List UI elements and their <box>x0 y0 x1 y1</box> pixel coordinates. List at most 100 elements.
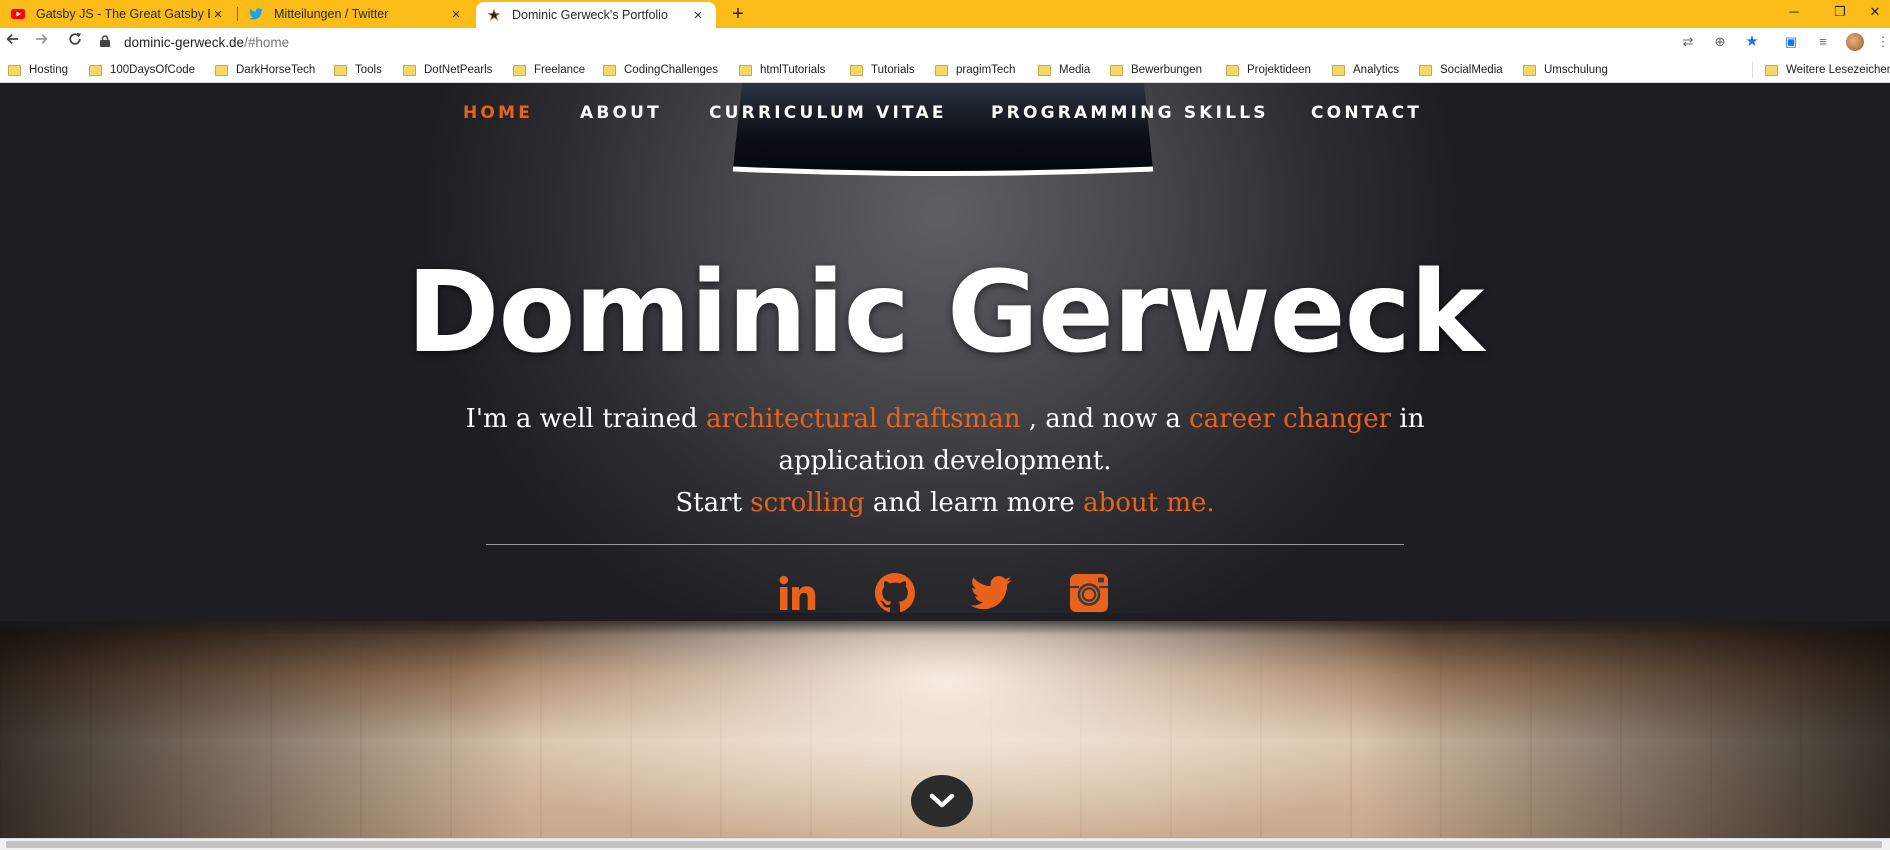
browser-window: Gatsby JS - The Great Gatsby Bo × Mittei… <box>0 0 1890 850</box>
profile-avatar[interactable] <box>1846 33 1864 51</box>
forward-button[interactable] <box>30 30 54 54</box>
nav-programming-skills[interactable]: PROGRAMMING SKILLS <box>991 103 1269 123</box>
bookmark-folder[interactable]: htmlTutorials <box>739 62 825 78</box>
tab-twitter[interactable]: Mitteilungen / Twitter × <box>238 0 474 28</box>
bookmark-label: Tutorials <box>871 64 915 76</box>
tab-gatsby[interactable]: Gatsby JS - The Great Gatsby Bo × <box>0 0 236 28</box>
github-link[interactable] <box>873 571 917 615</box>
reload-button[interactable] <box>63 30 87 54</box>
bookmark-folder[interactable]: Umschulung <box>1523 62 1608 78</box>
nav-about[interactable]: ABOUT <box>580 103 662 123</box>
link-about-me[interactable]: about me. <box>1083 488 1215 518</box>
portfolio-page: HOME ABOUT CURRICULUM VITAE PROGRAMMING … <box>0 83 1890 838</box>
menu-icon[interactable]: ⋮ <box>1874 33 1890 51</box>
cast-icon[interactable]: ▣ <box>1782 33 1800 51</box>
bookmark-folder[interactable]: pragimTech <box>935 62 1015 78</box>
zoom-icon[interactable]: ⊕ <box>1711 33 1729 51</box>
bookmark-label: Media <box>1059 64 1091 76</box>
chevron-down-icon <box>929 793 955 808</box>
folder-icon <box>8 64 21 76</box>
bookmark-folder[interactable]: Projektideen <box>1226 62 1311 78</box>
hero-divider <box>486 544 1404 545</box>
back-arrow-icon <box>6 34 19 44</box>
bookmark-folder[interactable]: DarkHorseTech <box>215 62 315 78</box>
address-bar[interactable]: dominic-gerweck.de/#home <box>100 30 1760 54</box>
folder-icon <box>603 64 616 76</box>
tab-title: Mitteilungen / Twitter <box>274 7 389 21</box>
link-career-changer[interactable]: career changer <box>1189 404 1391 434</box>
bookmark-label: Bewerbungen <box>1131 64 1202 76</box>
minimize-button[interactable]: ─ <box>1774 0 1814 24</box>
bookmark-star-icon[interactable]: ★ <box>1743 33 1761 51</box>
bookmark-folder[interactable]: DotNetPearls <box>403 62 492 78</box>
nav-curriculum-vitae[interactable]: CURRICULUM VITAE <box>709 103 947 123</box>
close-tab-icon[interactable]: × <box>210 6 226 23</box>
tab-title: Gatsby JS - The Great Gatsby Bo <box>36 7 210 21</box>
new-tab-button[interactable]: + <box>726 2 750 26</box>
close-tab-icon[interactable]: × <box>448 6 464 23</box>
bookmark-label: 100DaysOfCode <box>110 64 196 76</box>
bookmark-label: Projektideen <box>1247 64 1311 76</box>
horizontal-scrollbar[interactable] <box>0 838 1890 850</box>
hero-text-segment: Start <box>675 488 751 518</box>
folder-icon <box>89 64 102 76</box>
hero-text-segment: , and now a <box>1020 404 1190 434</box>
bookmark-label: htmlTutorials <box>760 64 826 76</box>
close-tab-icon[interactable]: × <box>690 7 706 24</box>
nav-contact[interactable]: CONTACT <box>1311 103 1422 123</box>
bookmark-folder[interactable]: Freelance <box>513 62 585 78</box>
link-architectural-draftsman[interactable]: architectural draftsman <box>706 404 1021 434</box>
folder-icon <box>1523 64 1536 76</box>
bookmark-label: Analytics <box>1353 64 1400 76</box>
linkedin-link[interactable] <box>777 571 821 615</box>
forward-arrow-icon <box>35 34 48 44</box>
other-bookmarks-folder[interactable]: Weitere Lesezeichen <box>1765 62 1890 78</box>
bookmark-label: DotNetPearls <box>424 64 493 76</box>
main-navigation: HOME ABOUT CURRICULUM VITAE PROGRAMMING … <box>0 83 1890 143</box>
bookmark-label: Tools <box>355 64 382 76</box>
star-icon <box>486 7 502 23</box>
hero-intro: I'm a well trained architectural draftsm… <box>420 398 1470 524</box>
twitter-link[interactable] <box>969 571 1013 615</box>
scrollbar-thumb[interactable] <box>6 841 1882 848</box>
bookmark-folder[interactable]: CodingChallenges <box>603 62 718 78</box>
hero-title: Dominic Gerweck <box>406 248 1485 378</box>
link-scrolling[interactable]: scrolling <box>750 488 864 518</box>
bookmark-folder[interactable]: Analytics <box>1332 62 1399 78</box>
restore-button[interactable]: ❐ <box>1820 0 1860 24</box>
twitter-icon <box>970 576 1012 610</box>
url-host: dominic-gerweck.de <box>124 34 245 50</box>
scroll-down-button[interactable] <box>911 775 973 827</box>
close-window-button[interactable]: ✕ <box>1860 0 1890 24</box>
bookmark-folder[interactable]: 100DaysOfCode <box>89 62 195 78</box>
hero-paragraph-1: I'm a well trained architectural draftsm… <box>420 398 1470 482</box>
instagram-icon <box>1070 574 1108 612</box>
linkedin-icon <box>779 575 816 610</box>
nav-home[interactable]: HOME <box>463 103 533 123</box>
media-control-icon[interactable]: ≡ <box>1814 33 1832 51</box>
folder-icon <box>1765 64 1778 76</box>
bookmark-label: Umschulung <box>1544 64 1608 76</box>
bookmark-label: CodingChallenges <box>624 64 718 76</box>
bookmark-folder[interactable]: Tools <box>334 62 382 78</box>
bookmark-folder[interactable]: Tutorials <box>850 62 915 78</box>
reload-icon <box>69 32 82 45</box>
bookmark-label: pragimTech <box>956 64 1016 76</box>
hero-text-segment: and learn more <box>864 488 1084 518</box>
back-button[interactable] <box>0 30 24 54</box>
translate-icon[interactable]: ⇄ <box>1679 33 1697 51</box>
bookmark-folder[interactable]: Hosting <box>8 62 68 78</box>
folder-icon <box>1419 64 1432 76</box>
folder-icon <box>935 64 948 76</box>
folder-icon <box>403 64 416 76</box>
browser-toolbar: dominic-gerweck.de/#home ⇄ ⊕ ★ ▣ ≡ ⋮ <box>0 28 1890 56</box>
bookmark-folder[interactable]: Media <box>1038 62 1090 78</box>
bookmark-folder[interactable]: Bewerbungen <box>1110 62 1202 78</box>
folder-icon <box>215 64 228 76</box>
floor-fade <box>0 613 1890 635</box>
bookmark-folder[interactable]: SocialMedia <box>1419 62 1503 78</box>
tab-portfolio-active[interactable]: Dominic Gerweck's Portfolio × <box>476 2 716 28</box>
tab-title: Dominic Gerweck's Portfolio <box>512 8 668 22</box>
folder-icon <box>1038 64 1051 76</box>
instagram-link[interactable] <box>1067 571 1111 615</box>
